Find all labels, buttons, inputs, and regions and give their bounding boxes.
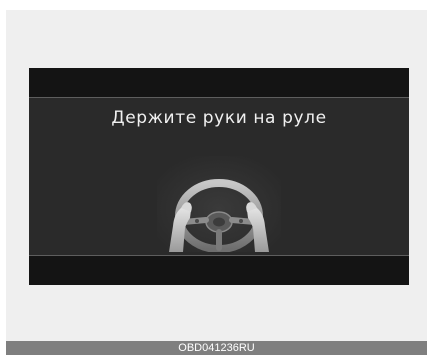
hands-on-wheel-warning: Держите руки на руле [111,108,327,128]
figure-caption-bar: OBD041236RU [6,341,427,355]
display-top-band [29,68,409,98]
display-bottom-band [29,255,409,285]
cluster-display: Держите руки на руле [29,68,409,285]
hands-on-steering-wheel-icon [157,156,281,252]
figure-code: OBD041236RU [178,342,255,354]
